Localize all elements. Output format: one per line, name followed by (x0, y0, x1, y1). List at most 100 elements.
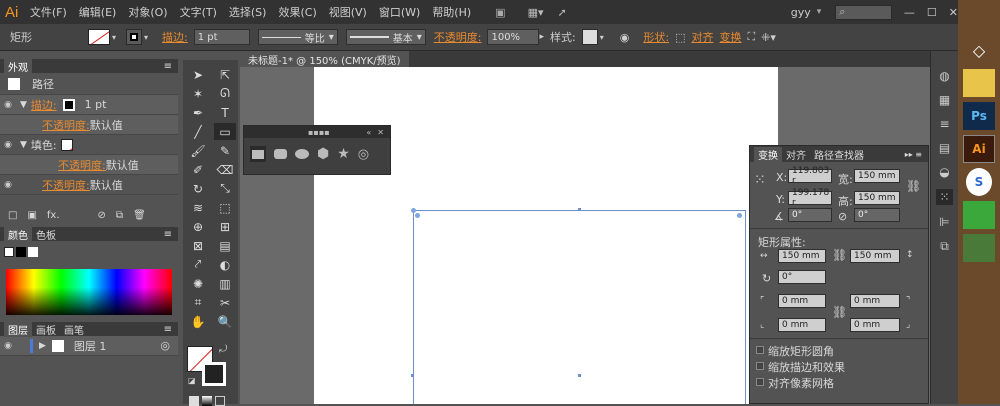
scale-tool-icon[interactable]: ⤡ (214, 180, 236, 197)
mesh-tool-icon[interactable]: ⊠ (187, 237, 209, 254)
gradient-mode-icon[interactable] (202, 396, 212, 406)
duplicate-item-icon[interactable]: ⧉ (116, 210, 123, 221)
pencil-tool-icon[interactable]: ✎ (214, 142, 236, 159)
polygon-tool-icon[interactable]: ⬢ (317, 146, 329, 162)
chevron-right-icon[interactable]: ▸ (539, 32, 544, 42)
pen-tool-icon[interactable]: ✒ (187, 104, 209, 121)
rotate-angle-field[interactable]: 0° (788, 208, 832, 222)
default-colors-icon[interactable]: ◪ (188, 376, 196, 385)
tab-brushes[interactable]: 画笔 (60, 322, 88, 337)
selection-handle[interactable] (411, 208, 416, 213)
rounded-rectangle-tool-icon[interactable] (274, 149, 287, 159)
eye-icon[interactable]: ◉ (0, 140, 16, 150)
tab-pathfinder[interactable]: 路径查找器 (810, 147, 868, 162)
opacity-link[interactable]: 不透明度: (434, 29, 482, 45)
stroke-swatch[interactable] (126, 29, 143, 45)
grip-icon[interactable]: ▪▪▪▪ (308, 128, 330, 137)
paintbrush-tool-icon[interactable]: 🖌 (187, 142, 209, 159)
chevron-down-icon[interactable]: ▾ (817, 7, 822, 17)
tab-swatches[interactable]: 色板 (32, 227, 60, 242)
type-tool-icon[interactable]: T (214, 104, 236, 121)
tab-color[interactable]: 颜色 (4, 226, 32, 242)
gpu-icon[interactable]: ➚ (558, 6, 567, 19)
eyedropper-tool-icon[interactable]: ⤤ (187, 256, 209, 273)
path-opacity-link[interactable]: 不透明度: (42, 177, 90, 193)
rect-angle-field[interactable]: 0° (778, 270, 826, 284)
reference-point-icon[interactable]: ⁙ (754, 172, 766, 188)
menu-select[interactable]: 选择(S) (223, 4, 273, 20)
panel-menu-icon[interactable]: ▸▸ ≡ (905, 150, 928, 159)
artboard-tool-icon[interactable]: ⌗ (187, 294, 209, 311)
search-input[interactable]: ⌕ (835, 4, 892, 20)
none-mode-icon[interactable] (215, 396, 225, 406)
gradient-icon[interactable]: ▤ (939, 141, 950, 155)
tab-align[interactable]: 对齐 (782, 147, 810, 162)
constrain-link-icon[interactable]: ⛓ (906, 179, 921, 193)
stroke-color-box[interactable] (202, 362, 226, 386)
transform-icon[interactable]: ⁙ (936, 189, 953, 205)
align-link[interactable]: 对齐 (691, 29, 713, 45)
none-swatch[interactable] (4, 247, 14, 257)
tab-transform[interactable]: 变换 (754, 146, 782, 162)
ellipse-tool-icon[interactable] (295, 149, 309, 159)
clear-appearance-icon[interactable]: ⊘ (98, 210, 106, 221)
rotate-tool-icon[interactable]: ↻ (187, 180, 209, 197)
menu-window[interactable]: 窗口(W) (373, 4, 426, 20)
chevron-down-icon[interactable]: ▾ (112, 33, 116, 42)
chevron-down-icon[interactable]: ▾ (600, 33, 604, 42)
scale-strokes-checkbox[interactable] (756, 362, 764, 370)
line-tool-icon[interactable]: ╱ (187, 123, 209, 140)
add-stroke-icon[interactable]: □ (8, 210, 17, 221)
x-field[interactable]: 119.803 r (788, 166, 832, 186)
corner-radius-tr[interactable]: 0 mm (850, 294, 900, 308)
swap-colors-icon[interactable]: ⤾ (219, 344, 227, 355)
black-swatch[interactable] (16, 247, 26, 257)
width-field[interactable]: 150 mm (854, 169, 900, 183)
rectangle-tool-icon[interactable]: ▭ (214, 123, 236, 140)
color-spectrum[interactable] (6, 269, 172, 315)
recolor-icon[interactable]: ◉ (620, 31, 630, 44)
corner-radius-br[interactable]: 0 mm (850, 318, 900, 332)
stroke-weight-field[interactable]: 1 pt (193, 29, 250, 45)
star-tool-icon[interactable]: ★ (337, 146, 350, 162)
menu-type[interactable]: 文字(T) (174, 4, 223, 20)
expand-triangle-icon[interactable]: ▼ (20, 140, 27, 150)
corner-radius-tl[interactable]: 0 mm (778, 294, 826, 308)
menu-object[interactable]: 对象(O) (122, 4, 173, 20)
pathfinder-icon[interactable]: ⧉ (940, 239, 949, 254)
stroke-opacity-link[interactable]: 不透明度: (42, 117, 90, 133)
perspective-grid-tool-icon[interactable]: ⊞ (214, 218, 236, 235)
stroke-color-swatch[interactable] (62, 98, 75, 111)
minimize-icon[interactable]: — (904, 6, 915, 19)
panel-menu-icon[interactable]: ≡ (164, 229, 178, 240)
eye-icon[interactable]: ◉ (0, 341, 16, 351)
selected-rectangle[interactable] (411, 208, 746, 404)
opacity-field[interactable]: 100% (487, 29, 540, 45)
style-swatch[interactable] (581, 29, 598, 45)
sogou-icon[interactable]: S (966, 168, 992, 196)
chevron-down-icon[interactable]: ▾ (144, 33, 148, 42)
shape-icon[interactable]: ⬚ (675, 31, 685, 44)
shape-builder-tool-icon[interactable]: ⊕ (187, 218, 209, 235)
fill-swatch[interactable] (88, 29, 110, 45)
add-fill-icon[interactable]: ▣ (27, 210, 36, 221)
eye-icon[interactable]: ◉ (0, 180, 16, 190)
link-corners-icon[interactable]: ⛓ (832, 305, 847, 319)
blob-brush-tool-icon[interactable]: ✐ (187, 161, 209, 178)
menu-help[interactable]: 帮助(H) (426, 4, 477, 20)
maximize-icon[interactable]: ☐ (927, 6, 937, 19)
warp-tool-icon[interactable]: ≋ (187, 199, 209, 216)
selection-tool-icon[interactable]: ➤ (187, 66, 209, 83)
selection-handle[interactable] (578, 208, 581, 211)
menu-view[interactable]: 视图(V) (323, 4, 373, 20)
graph-tool-icon[interactable]: ▥ (214, 275, 236, 292)
color-guide-icon[interactable]: ◍ (939, 69, 949, 83)
corner-widget[interactable] (737, 213, 742, 218)
eraser-tool-icon[interactable]: ⌫ (214, 161, 236, 178)
direct-selection-tool-icon[interactable]: ⇱ (214, 66, 236, 83)
height-field[interactable]: 150 mm (854, 191, 900, 205)
more-options-icon[interactable]: ⁜▾ (761, 31, 776, 44)
menu-file[interactable]: 文件(F) (24, 4, 73, 20)
blend-tool-icon[interactable]: ◐ (214, 256, 236, 273)
rectangle-tool-icon[interactable] (250, 146, 266, 162)
